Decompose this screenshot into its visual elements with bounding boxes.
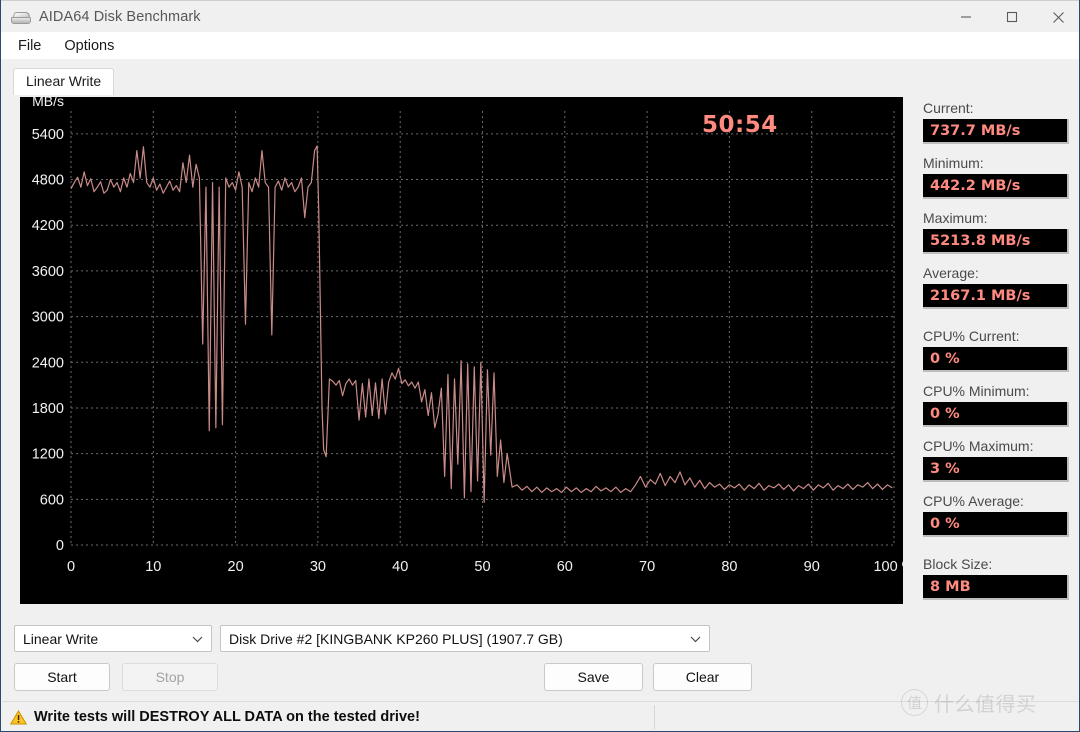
window-controls <box>943 1 1079 33</box>
stat-value: 0 % <box>923 347 1069 372</box>
disk-drive-select[interactable]: Disk Drive #2 [KINGBANK KP260 PLUS] (190… <box>220 625 710 652</box>
chart-timer: 50:54 <box>702 112 778 138</box>
chevron-down-icon <box>192 626 203 653</box>
x-axis-tick-label: 50 <box>474 559 490 575</box>
minimize-icon[interactable] <box>943 1 989 33</box>
save-button[interactable]: Save <box>544 663 643 691</box>
stat-block: Average: 2167.1 MB/s <box>923 265 1079 309</box>
stat-value: 442.2 MB/s <box>923 174 1069 199</box>
benchmark-chart: 0 600 1200 1800 2400 3000 3600 4200 4800 5400 MB/s… <box>20 97 903 604</box>
stat-block: Block Size: 8 MB <box>923 556 1079 600</box>
clear-button[interactable]: Clear <box>653 663 752 691</box>
tab-strip: Linear Write <box>1 59 1079 95</box>
aida64-disk-benchmark-window: AIDA64 Disk Benchmark File Options Linea… <box>0 0 1080 732</box>
stat-block: CPU% Average: 0 % <box>923 493 1079 537</box>
stat-label: Current: <box>923 100 974 116</box>
stat-value: 0 % <box>923 512 1069 537</box>
y-axis-tick-label: 600 <box>40 492 64 508</box>
y-axis-tick-label: 4200 <box>32 218 64 234</box>
y-axis-tick-label: 4800 <box>32 173 64 189</box>
menu-item-options[interactable]: Options <box>54 35 124 57</box>
stat-block: Maximum: 5213.8 MB/s <box>923 210 1079 254</box>
menu-item-file[interactable]: File <box>8 35 51 57</box>
stat-label: CPU% Minimum: <box>923 383 1030 399</box>
warning-text: Write tests will DESTROY ALL DATA on the… <box>34 709 420 725</box>
status-bar: Write tests will DESTROY ALL DATA on the… <box>2 701 1079 731</box>
chevron-down-icon <box>690 626 701 653</box>
stat-label: Maximum: <box>923 210 988 226</box>
stat-label: CPU% Average: <box>923 493 1024 509</box>
x-axis-tick-label: 100 % <box>873 559 903 575</box>
x-axis-tick-label: 70 <box>639 559 655 575</box>
stat-block: Current: 737.7 MB/s <box>923 100 1079 144</box>
disk-drive-value: Disk Drive #2 [KINGBANK KP260 PLUS] (190… <box>229 630 563 647</box>
stat-value: 737.7 MB/s <box>923 119 1069 144</box>
stop-button: Stop <box>122 663 218 691</box>
x-axis-tick-label: 10 <box>145 559 161 575</box>
disk-drive-icon <box>11 9 32 25</box>
stat-block: CPU% Maximum: 3 % <box>923 438 1079 482</box>
warning-triangle-icon <box>9 709 28 725</box>
y-axis-tick-label: 2400 <box>32 355 64 371</box>
x-axis-tick-label: 30 <box>310 559 326 575</box>
statistics-panel: Current: 737.7 MB/s Minimum: 442.2 MB/s Maxi… <box>923 100 1079 611</box>
stat-block: CPU% Current: 0 % <box>923 328 1079 372</box>
x-axis-tick-label: 90 <box>804 559 820 575</box>
stat-value: 2167.1 MB/s <box>923 284 1069 309</box>
x-axis-tick-label: 60 <box>557 559 573 575</box>
window-title: AIDA64 Disk Benchmark <box>39 9 201 25</box>
stat-value: 5213.8 MB/s <box>923 229 1069 254</box>
stat-label: Block Size: <box>923 556 993 572</box>
chart-series-line <box>70 145 893 503</box>
menu-bar: File Options <box>1 32 1079 59</box>
start-button[interactable]: Start <box>14 663 110 691</box>
y-axis-tick-label: 3600 <box>32 264 64 280</box>
stat-value: 3 % <box>923 457 1069 482</box>
y-axis-tick-label: 1200 <box>32 447 64 463</box>
y-axis-unit-label: MB/s <box>32 97 64 109</box>
test-mode-value: Linear Write <box>23 630 99 647</box>
x-axis-tick-label: 40 <box>392 559 408 575</box>
tab-linear-write[interactable]: Linear Write <box>13 68 115 95</box>
x-axis-tick-label: 20 <box>228 559 244 575</box>
status-separator <box>654 705 655 729</box>
chart-plot-area: 060012001800240030003600420048005400MB/s… <box>32 97 903 575</box>
close-icon[interactable] <box>1035 1 1079 33</box>
stat-block: CPU% Minimum: 0 % <box>923 383 1079 427</box>
stat-label: Average: <box>923 265 979 281</box>
stat-label: Minimum: <box>923 155 984 171</box>
x-axis-tick-label: 0 <box>67 559 75 575</box>
y-axis-tick-label: 3000 <box>32 310 64 326</box>
x-axis-tick-label: 80 <box>721 559 737 575</box>
y-axis-tick-label: 0 <box>56 538 64 554</box>
y-axis-tick-label: 1800 <box>32 401 64 417</box>
stat-value: 8 MB <box>923 575 1069 600</box>
y-axis-tick-label: 5400 <box>32 127 64 143</box>
stat-value: 0 % <box>923 402 1069 427</box>
title-bar[interactable]: AIDA64 Disk Benchmark <box>1 0 1079 33</box>
stat-label: CPU% Current: <box>923 328 1020 344</box>
stat-block: Minimum: 442.2 MB/s <box>923 155 1079 199</box>
stat-label: CPU% Maximum: <box>923 438 1034 454</box>
test-mode-select[interactable]: Linear Write <box>14 625 212 652</box>
maximize-icon[interactable] <box>989 1 1035 33</box>
